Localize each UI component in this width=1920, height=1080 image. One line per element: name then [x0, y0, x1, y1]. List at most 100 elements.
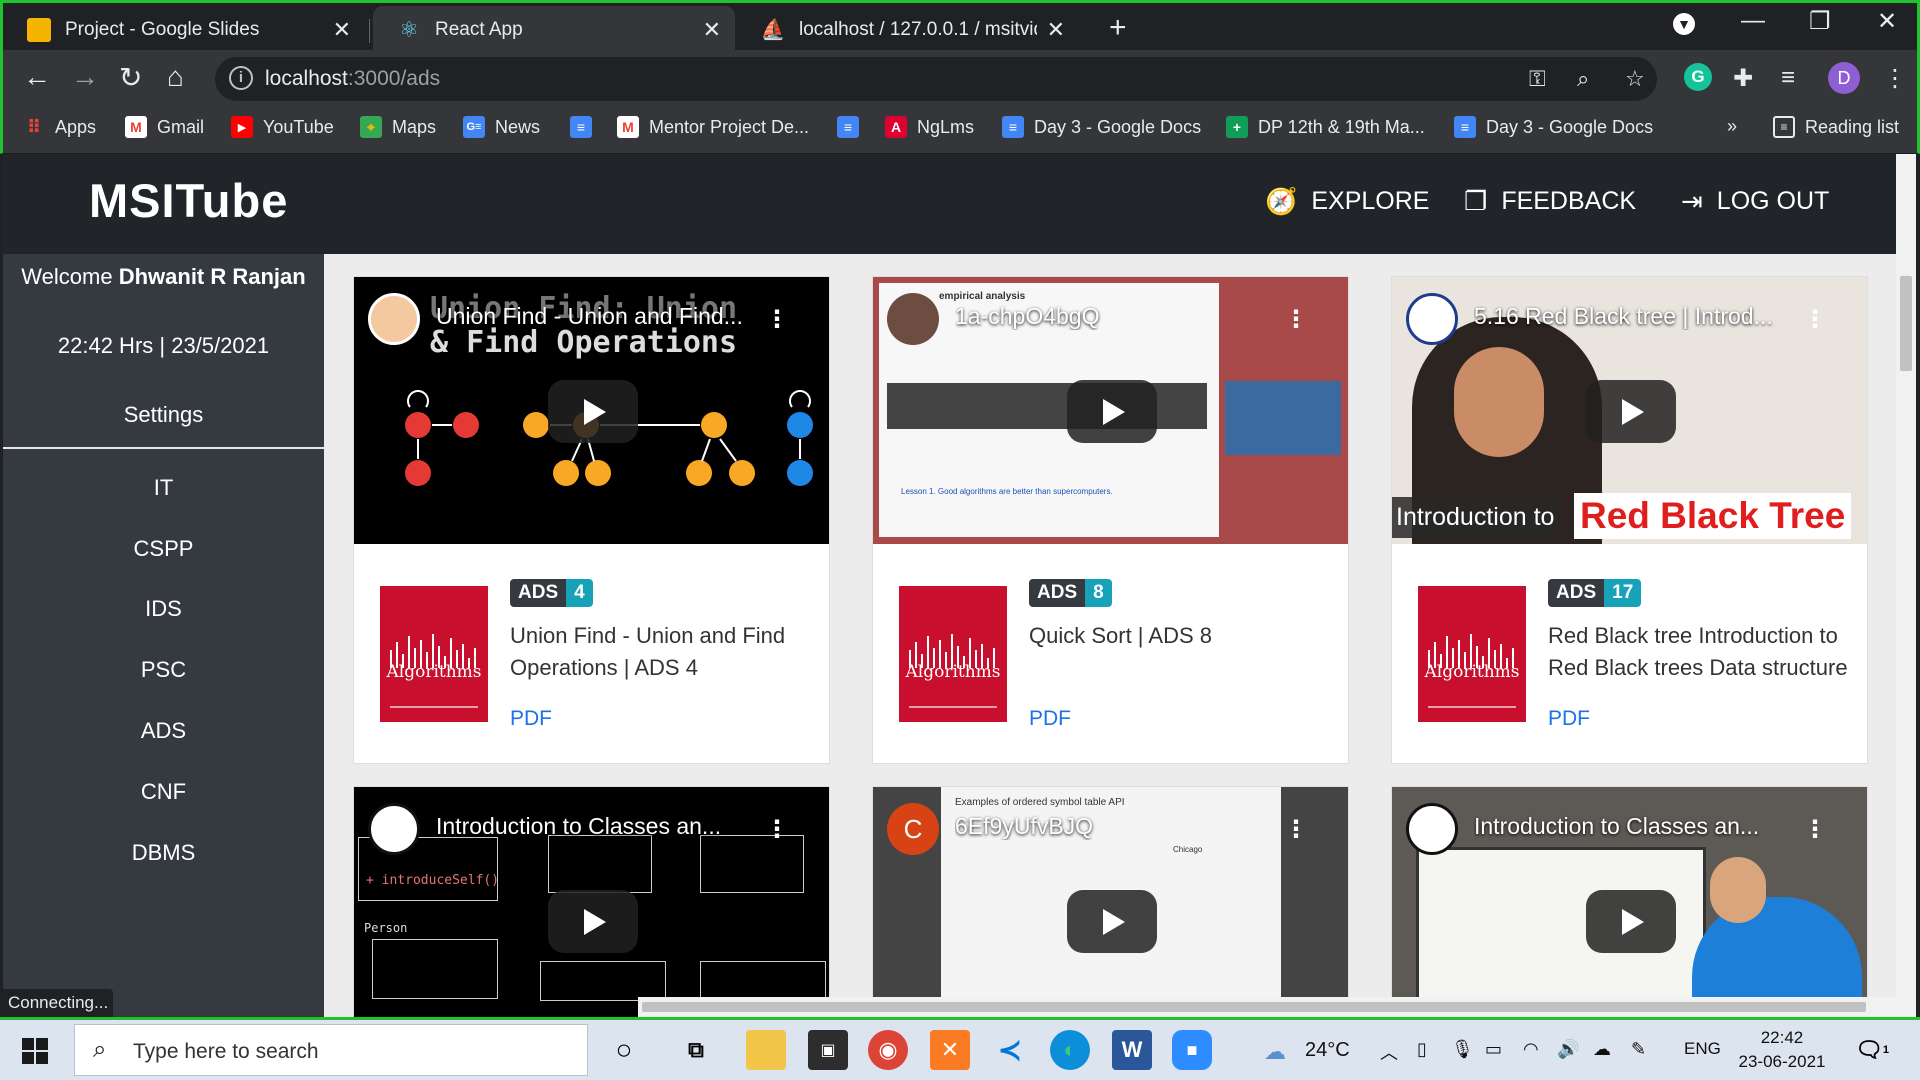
more-options-icon[interactable]: ⋮ — [1803, 815, 1827, 844]
settings-link[interactable]: Settings — [3, 402, 324, 428]
url-text[interactable]: localhost:3000/ads — [265, 67, 440, 91]
volume-icon[interactable]: 🔊 — [1557, 1039, 1579, 1060]
more-options-icon[interactable]: ⋮ — [1284, 815, 1308, 844]
tab-google-slides[interactable]: Project - Google Slides ✕ — [3, 6, 365, 53]
nav-logout[interactable]: ⇥ LOG OUT — [1681, 186, 1829, 217]
tab-search-icon[interactable]: ▼ — [1673, 13, 1695, 35]
video-embed[interactable]: Introduction to Red Black Tree 5.16 Red … — [1392, 277, 1867, 544]
address-bar[interactable]: i localhost:3000/ads ⚿ ⌕ ☆ — [215, 57, 1657, 101]
bookmark-mentor-project[interactable]: M Mentor Project De... — [617, 116, 809, 138]
horizontal-scrollbar[interactable] — [638, 997, 1896, 1017]
channel-avatar[interactable] — [368, 803, 420, 855]
channel-avatar[interactable] — [1406, 293, 1458, 345]
taskbar-clock[interactable]: 22:42 23-06-2021 — [1736, 1026, 1828, 1074]
sidebar-item-psc[interactable]: PSC — [3, 657, 324, 683]
more-options-icon[interactable]: ⋮ — [1284, 305, 1308, 334]
bookmark-star-icon[interactable]: ☆ — [1625, 66, 1645, 92]
close-icon[interactable]: ✕ — [1047, 17, 1065, 43]
scrollbar-thumb[interactable] — [1900, 276, 1912, 371]
chrome-icon[interactable]: ◉ — [868, 1030, 908, 1070]
scrollbar-thumb[interactable] — [642, 1002, 1866, 1012]
bookmark-docs[interactable]: ≡ — [837, 116, 869, 138]
more-options-icon[interactable]: ⋮ — [765, 305, 789, 334]
video-title[interactable]: Introduction to Classes an... — [1474, 813, 1797, 840]
onedrive-icon[interactable]: ☁ — [1593, 1039, 1611, 1060]
bookmark-dp-sheet[interactable]: + DP 12th & 19th Ma... — [1226, 116, 1425, 138]
sidebar-item-cnf[interactable]: CNF — [3, 779, 324, 805]
bookmark-day3-docs-2[interactable]: ≡ Day 3 - Google Docs — [1454, 116, 1653, 138]
home-icon[interactable]: ⌂ — [167, 61, 184, 93]
close-icon[interactable]: ✕ — [703, 17, 721, 43]
video-title[interactable]: Union Find - Union and Find... — [436, 303, 759, 330]
tab-phpmyadmin[interactable]: ⛵ localhost / 127.0.0.1 / msitvideo ✕ — [737, 6, 1079, 53]
video-title[interactable]: 5.16 Red Black tree | Introd... — [1474, 303, 1797, 330]
bookmark-maps[interactable]: ⌖ Maps — [360, 116, 436, 138]
windows-start-icon[interactable] — [22, 1038, 48, 1064]
file-explorer-icon[interactable] — [746, 1030, 786, 1070]
video-title[interactable]: 1a-chpO4bgQ — [955, 303, 1278, 330]
reading-list-button[interactable]: ≡ Reading list — [1773, 116, 1899, 138]
terminal-app-icon[interactable]: ▣ — [808, 1030, 848, 1070]
play-button-icon[interactable] — [1586, 380, 1676, 443]
weather-icon[interactable]: ☁ — [1264, 1039, 1286, 1065]
brand-logo[interactable]: MSITube — [89, 173, 288, 228]
close-icon[interactable]: ✕ — [333, 17, 351, 43]
play-button-icon[interactable] — [1586, 890, 1676, 953]
video-title[interactable]: Introduction to Classes an... — [436, 813, 759, 840]
more-options-icon[interactable]: ⋮ — [765, 815, 789, 844]
nav-explore[interactable]: 🧭 EXPLORE — [1265, 186, 1429, 217]
extensions-icon[interactable]: ✚ — [1733, 64, 1753, 93]
tab-react-app[interactable]: ⚛ React App ✕ — [373, 6, 735, 53]
sidebar-item-ids[interactable]: IDS — [3, 596, 324, 622]
video-embed[interactable]: empirical analysis Lesson 1. Good algori… — [873, 277, 1348, 544]
notification-icon[interactable]: 🗨 1 — [1852, 1030, 1892, 1070]
bookmarks-overflow-button[interactable]: » — [1727, 116, 1737, 137]
bookmark-gmail[interactable]: M Gmail — [125, 116, 204, 138]
device-icon[interactable]: ▯ — [1417, 1039, 1427, 1060]
reload-icon[interactable]: ↻ — [119, 61, 142, 94]
nav-feedback[interactable]: ❐ FEEDBACK — [1464, 186, 1636, 217]
sidebar-item-ads[interactable]: ADS — [3, 718, 324, 744]
menu-kebab-icon[interactable]: ⋮ — [1883, 64, 1907, 93]
chevron-up-icon[interactable]: ︿ — [1380, 1039, 1398, 1065]
minimize-icon[interactable]: — — [1741, 7, 1765, 35]
xampp-icon[interactable]: ✕ — [930, 1030, 970, 1070]
sidebar-item-it[interactable]: IT — [3, 475, 324, 501]
profile-avatar[interactable]: D — [1828, 62, 1860, 94]
forward-icon[interactable]: → — [71, 61, 99, 93]
battery-icon[interactable]: ▭ — [1485, 1039, 1502, 1060]
more-options-icon[interactable]: ⋮ — [1803, 305, 1827, 334]
bookmark-youtube[interactable]: ▶ YouTube — [231, 116, 334, 138]
vertical-scrollbar[interactable] — [1896, 154, 1916, 1017]
zoom-app-icon[interactable]: ■ — [1172, 1030, 1212, 1070]
video-title[interactable]: 6Ef9yUfvBJQ — [955, 813, 1278, 840]
channel-avatar[interactable] — [887, 293, 939, 345]
edge-icon[interactable]: ◐ — [1050, 1030, 1090, 1070]
channel-avatar[interactable] — [1406, 803, 1458, 855]
video-embed[interactable]: Examples of ordered symbol table API Chi… — [873, 787, 1348, 1017]
play-button-icon[interactable] — [1067, 380, 1157, 443]
bookmark-apps[interactable]: ⠿ Apps — [23, 116, 96, 138]
taskbar-search-box[interactable]: ⌕ Type here to search — [74, 1024, 588, 1076]
cortana-icon[interactable]: ○ — [604, 1030, 644, 1070]
play-button-icon[interactable] — [548, 380, 638, 443]
vscode-icon[interactable]: ≺ — [990, 1030, 1030, 1070]
sidebar-item-cspp[interactable]: CSPP — [3, 536, 324, 562]
wifi-icon[interactable]: ◠ — [1523, 1039, 1539, 1060]
weather-text[interactable]: 24°C — [1305, 1039, 1350, 1062]
bookmark-nglms[interactable]: A NgLms — [885, 116, 974, 138]
word-icon[interactable]: W — [1112, 1030, 1152, 1070]
video-embed[interactable]: + introduceSelf() Person Introduction to… — [354, 787, 829, 1017]
bookmark-docs[interactable]: ≡ — [570, 116, 602, 138]
new-tab-icon[interactable]: + — [1109, 11, 1127, 45]
key-icon[interactable]: ⚿ — [1529, 66, 1546, 92]
restore-icon[interactable]: ❐ — [1809, 7, 1831, 36]
pen-icon[interactable]: ✎ — [1631, 1039, 1646, 1060]
window-close-icon[interactable]: ✕ — [1877, 7, 1897, 36]
zoom-icon[interactable]: ⌕ — [1577, 66, 1589, 92]
bookmark-day3-docs[interactable]: ≡ Day 3 - Google Docs — [1002, 116, 1201, 138]
play-button-icon[interactable] — [548, 890, 638, 953]
bookmark-news[interactable]: G≡ News — [463, 116, 540, 138]
grammarly-extension-icon[interactable]: G — [1684, 63, 1712, 91]
language-indicator[interactable]: ENG — [1684, 1039, 1721, 1059]
